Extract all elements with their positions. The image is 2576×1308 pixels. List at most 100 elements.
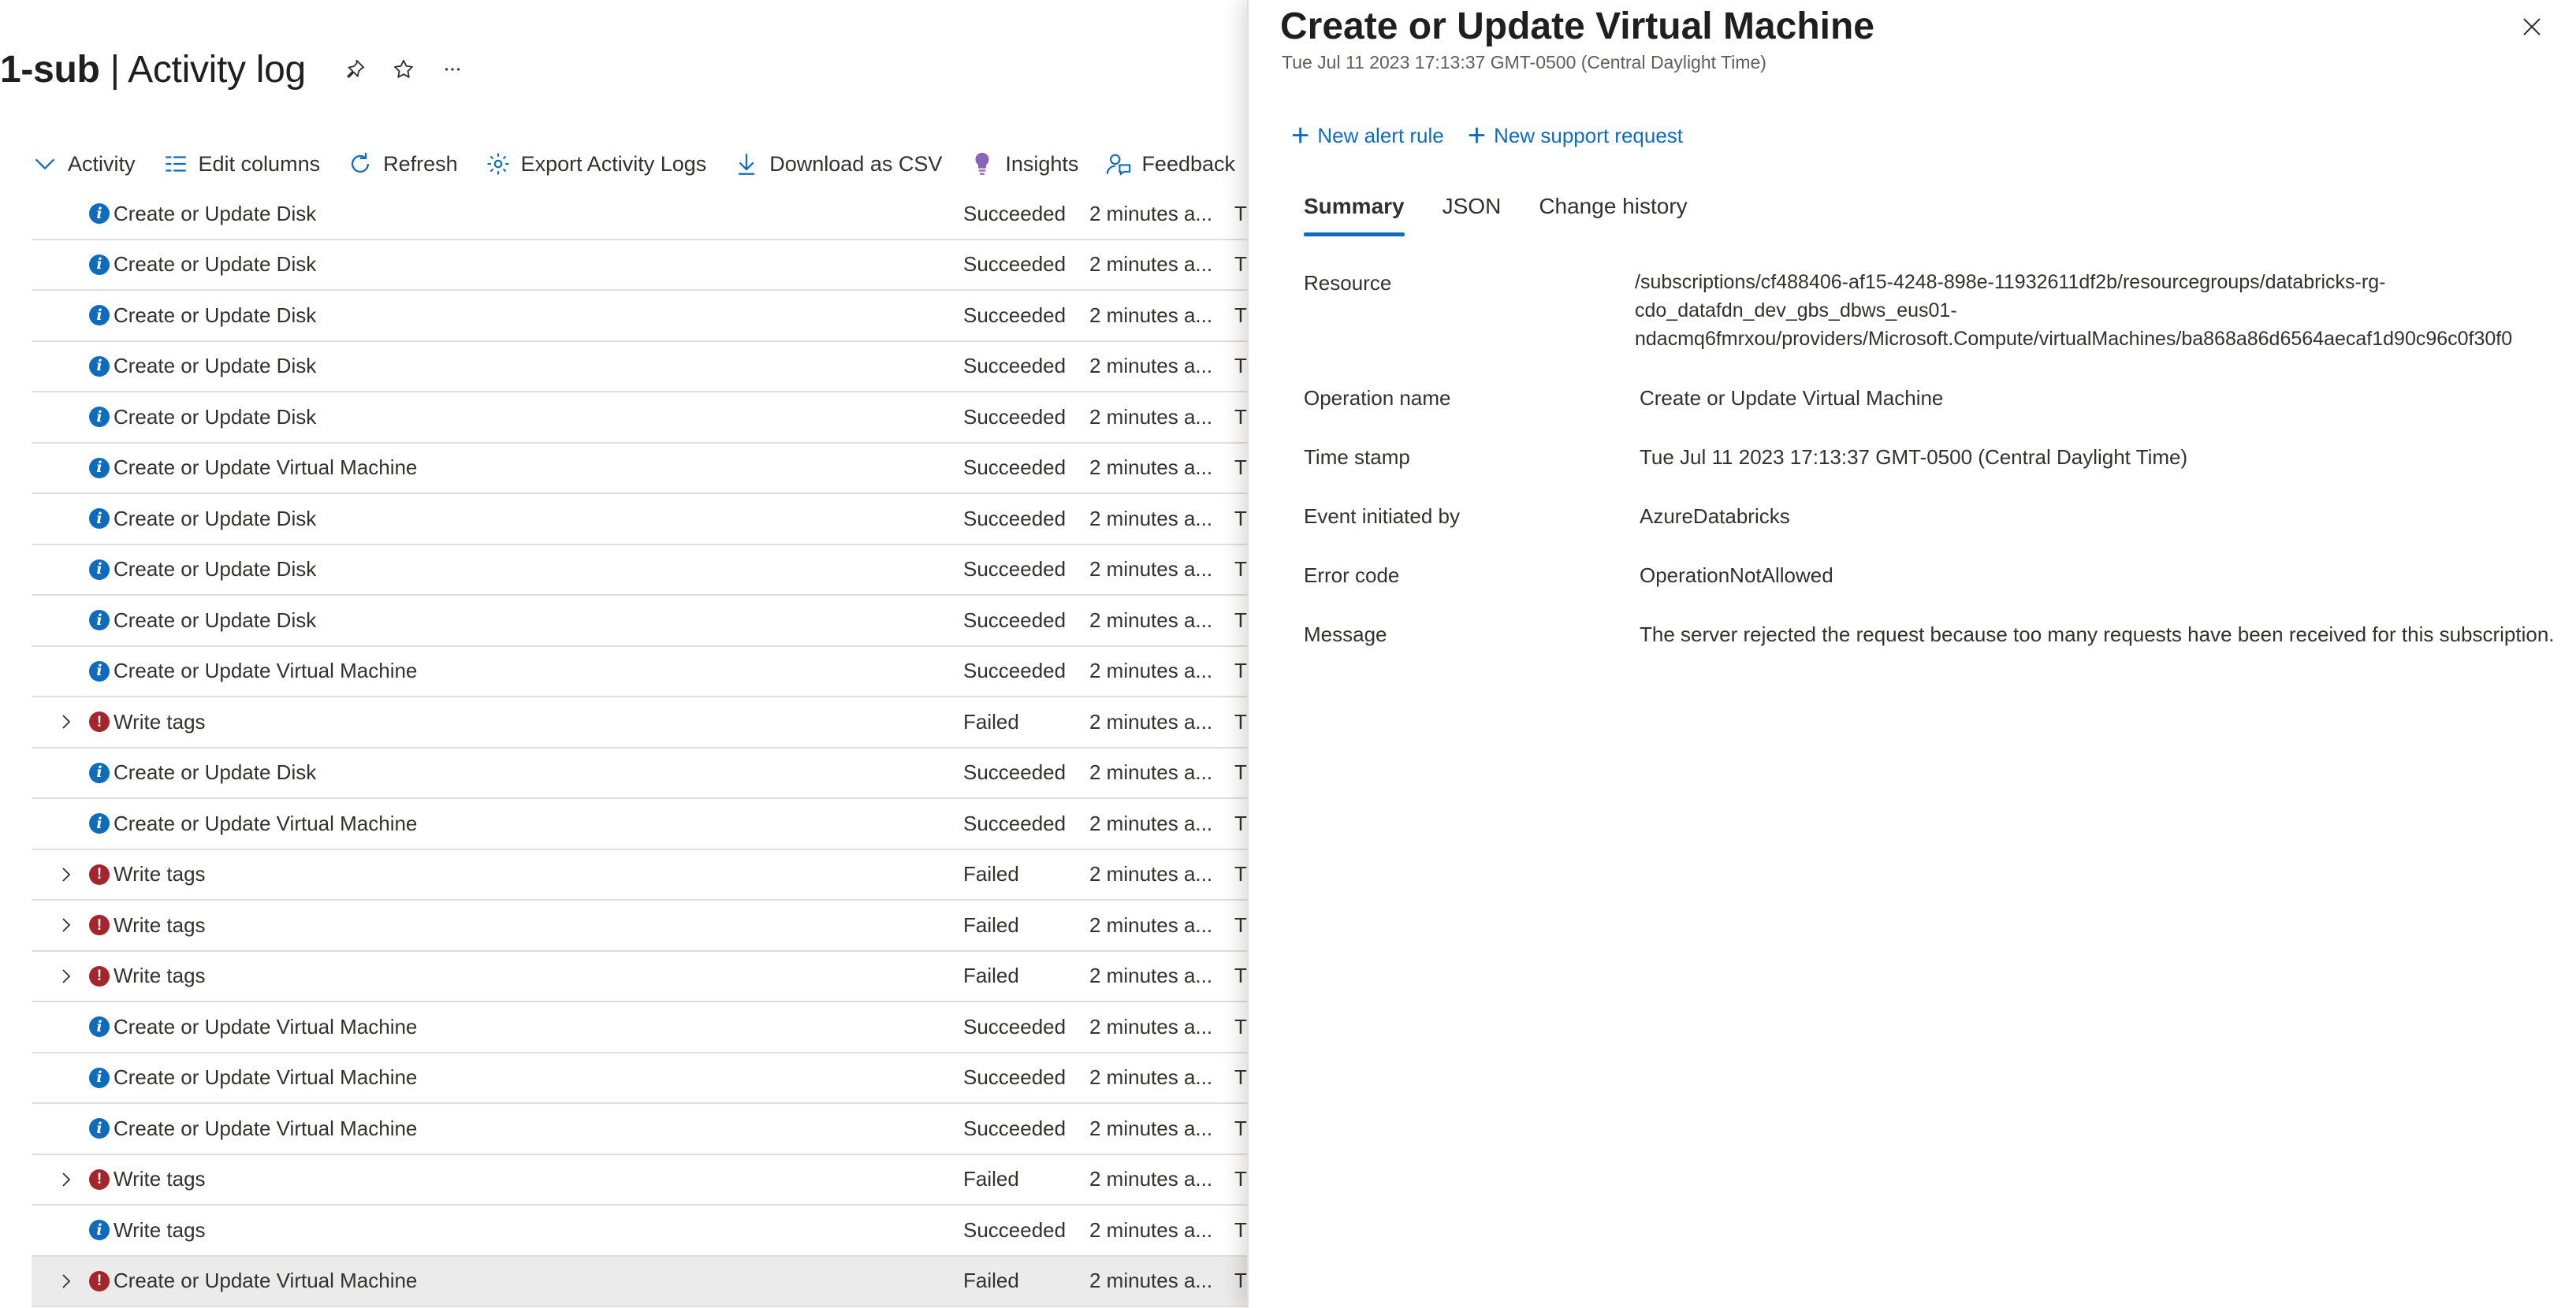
time-cell: 2 minutes a... xyxy=(1089,659,1213,682)
error-icon: ! xyxy=(85,697,114,746)
download-csv-button[interactable]: Download as CSV xyxy=(733,145,942,183)
table-row[interactable]: i Create or Update Disk Succeeded 2 minutes… xyxy=(32,291,1253,342)
table-row[interactable]: !Write tagsFailed2 minutes a...Tu xyxy=(32,952,1253,1002)
download-icon xyxy=(739,154,755,175)
table-row[interactable]: i Create or Update Disk Succeeded 2 minutes… xyxy=(32,189,1253,240)
activity-button[interactable]: Activity xyxy=(32,145,136,183)
columns-icon xyxy=(165,156,186,172)
panel-subtitle: Tue Jul 11 2023 17:13:37 GMT-0500 (Centr… xyxy=(1282,52,1766,72)
status-cell: Succeeded xyxy=(963,1065,1067,1089)
table-row[interactable]: i Create or Update Virtual Machine Succeed… xyxy=(32,1104,1253,1155)
status-cell: Succeeded xyxy=(963,404,1067,429)
time-cell: 2 minutes a... xyxy=(1089,252,1213,276)
table-row[interactable]: !Write tagsFailed2 minutes a...Tu xyxy=(32,901,1253,952)
table-row[interactable]: i Create or Update Virtual Machine Succeed… xyxy=(32,1002,1253,1053)
status-cell: Failed xyxy=(963,862,1019,886)
info-icon: i xyxy=(85,1206,114,1254)
status-cell: Succeeded xyxy=(963,1217,1067,1242)
tab-change-history[interactable]: Change history xyxy=(1539,188,1687,236)
operation-name-cell: Create or Update Disk xyxy=(114,608,317,632)
operation-name-value: Create or Update Virtual Machine xyxy=(1640,386,1944,410)
table-row[interactable]: i Create or Update Disk Succeeded 2 minutes… xyxy=(32,545,1253,596)
message-value: The server rejected the request because … xyxy=(1640,622,2555,646)
time-stamp-value: Tue Jul 11 2023 17:13:37 GMT-0500 (Centr… xyxy=(1640,445,2188,469)
new-support-request-button[interactable]: + New support request xyxy=(1468,120,1683,151)
star-icon[interactable] xyxy=(385,50,423,88)
operation-name-cell: Create or Update Virtual Machine xyxy=(114,1269,418,1292)
close-icon xyxy=(2523,18,2541,35)
operation-name-cell: Create or Update Virtual Machine xyxy=(114,1065,418,1089)
status-cell: Succeeded xyxy=(963,506,1067,530)
info-icon: i xyxy=(85,799,114,848)
initiated-by-label: Event initiated by xyxy=(1304,504,1461,528)
status-cell: Succeeded xyxy=(963,354,1067,377)
tab-summary[interactable]: Summary xyxy=(1304,188,1405,236)
table-row[interactable]: i Create or Update Virtual Machine Succeed… xyxy=(32,1053,1253,1104)
page-title: 1-sub | Activity log xyxy=(0,48,306,91)
time-cell: 2 minutes a... xyxy=(1089,964,1213,987)
operation-name-cell: Write tags xyxy=(114,1217,206,1242)
refresh-button[interactable]: Refresh xyxy=(347,145,458,183)
operation-name-label: Operation name xyxy=(1304,386,1451,410)
refresh-label: Refresh xyxy=(383,151,458,176)
new-alert-rule-label: New alert rule xyxy=(1317,123,1444,147)
table-row[interactable]: i Create or Update Disk Succeeded 2 minutes… xyxy=(32,494,1253,545)
info-icon: i xyxy=(85,545,114,594)
chevron-right-icon[interactable] xyxy=(50,697,82,746)
lightbulb-icon xyxy=(975,152,989,175)
chevron-right-icon[interactable] xyxy=(50,1155,82,1204)
operation-name-cell: Write tags xyxy=(114,862,206,886)
new-alert-rule-button[interactable]: + New alert rule xyxy=(1291,120,1444,151)
status-cell: Succeeded xyxy=(963,201,1067,225)
info-icon: i xyxy=(85,342,114,391)
table-row[interactable]: i Create or Update Disk Succeeded 2 minutes… xyxy=(32,342,1253,392)
resource-line: ndacmq6fmrxou/providers/Microsoft.Comput… xyxy=(1635,328,2513,350)
status-cell: Succeeded xyxy=(963,608,1067,632)
export-activity-logs-button[interactable]: Export Activity Logs xyxy=(485,145,706,183)
table-row[interactable]: !Write tagsFailed2 minutes a...Tu xyxy=(32,697,1253,749)
feedback-button[interactable]: Feedback xyxy=(1105,145,1235,183)
error-icon: ! xyxy=(85,901,114,949)
gear-icon xyxy=(487,153,509,175)
status-cell: Failed xyxy=(963,964,1019,987)
close-button[interactable] xyxy=(2516,11,2548,43)
tab-json[interactable]: JSON xyxy=(1442,188,1502,236)
info-icon: i xyxy=(85,647,114,696)
table-row[interactable]: ! Create or Update Virtual Machine Failed 2… xyxy=(32,1256,1253,1307)
pin-icon[interactable] xyxy=(336,50,374,88)
edit-columns-button[interactable]: Edit columns xyxy=(162,145,320,183)
table-row[interactable]: i Create or Update Disk Succeeded 2 minutes… xyxy=(32,240,1253,291)
table-row[interactable]: i Create or Update Disk Succeeded 2 minutes… xyxy=(32,749,1253,799)
status-cell: Succeeded xyxy=(963,1014,1067,1039)
table-row[interactable]: i Create or Update Virtual Machine Succeed… xyxy=(32,444,1253,494)
info-icon: i xyxy=(85,494,114,543)
table-row[interactable]: i Create or Update Disk Succeeded 2 minutes… xyxy=(32,392,1253,444)
insights-button[interactable]: Insights xyxy=(969,145,1078,183)
error-code-label: Error code xyxy=(1304,563,1400,587)
chevron-right-icon[interactable] xyxy=(50,1257,82,1306)
operation-name-cell: Create or Update Disk xyxy=(114,201,317,225)
download-csv-label: Download as CSV xyxy=(769,151,943,176)
info-icon: i xyxy=(85,444,114,492)
table-row[interactable]: !Write tagsFailed2 minutes a...Tu xyxy=(32,850,1253,901)
more-icon[interactable] xyxy=(434,50,471,88)
app-window: 1-sub | Activity log Activity Edit colum… xyxy=(0,0,2576,1308)
resource-line: /subscriptions/cf488406-af15-4248-898e-1… xyxy=(1635,271,2386,293)
chevron-right-icon[interactable] xyxy=(50,901,82,949)
page-header: 1-sub | Activity log xyxy=(0,44,471,95)
status-cell: Succeeded xyxy=(963,760,1067,784)
status-cell: Succeeded xyxy=(963,557,1067,581)
toolbar: Activity Edit columns Refresh Export Act… xyxy=(32,145,1253,183)
chevron-right-icon[interactable] xyxy=(50,952,82,1001)
table-row[interactable]: iWrite tagsSucceeded2 minutes a...Tu xyxy=(32,1206,1253,1257)
insights-label: Insights xyxy=(1005,151,1079,176)
chevron-right-icon[interactable] xyxy=(50,850,82,899)
operation-name-cell: Write tags xyxy=(114,912,206,937)
table-row[interactable]: i Create or Update Virtual Machine Succeed… xyxy=(32,799,1253,850)
table-row[interactable]: i Create or Update Virtual Machine Succeed… xyxy=(32,647,1253,697)
table-row[interactable]: i Create or Update Disk Succeeded 2 minutes… xyxy=(32,596,1253,647)
status-cell: Succeeded xyxy=(963,455,1067,479)
table-row[interactable]: !Write tagsFailed2 minutes a...Tu xyxy=(32,1155,1253,1206)
plus-icon: + xyxy=(1467,118,1487,153)
refresh-icon xyxy=(352,152,370,173)
